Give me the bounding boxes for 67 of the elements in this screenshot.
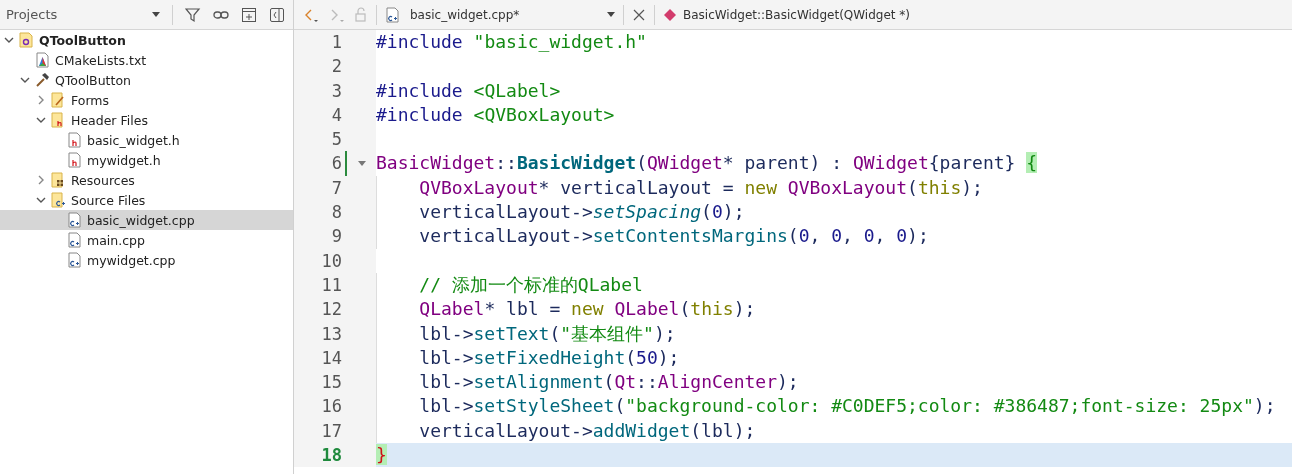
line-number: 15 <box>320 371 342 395</box>
code-line: #include <QVBoxLayout> <box>376 103 615 125</box>
code-line: lbl->setFixedHeight(50); <box>419 346 680 368</box>
source-file-icon <box>67 252 82 268</box>
line-number: 11 <box>320 273 342 297</box>
dropdown-caret-icon <box>607 12 615 17</box>
tree-item[interactable]: basic_widget.h <box>0 130 293 150</box>
line-number: 12 <box>320 298 342 322</box>
code-line: // 添加一个标准的QLabel <box>419 273 643 295</box>
line-number: 10 <box>320 249 342 273</box>
hammer-icon <box>35 72 50 88</box>
line-number: 1 <box>330 31 342 54</box>
tree-item[interactable]: CMakeLists.txt <box>0 50 293 70</box>
tree-item[interactable]: Source Files <box>0 190 293 210</box>
source-file-icon <box>385 6 400 23</box>
project-icon <box>19 32 34 48</box>
line-number: 17 <box>320 419 342 443</box>
line-number: 9 <box>330 225 342 249</box>
file-selector[interactable]: basic_widget.cpp* <box>385 2 615 27</box>
fold-arrow-icon[interactable] <box>357 161 366 167</box>
code-line: lbl->setStyleSheet("background-color: #C0DEF5;color: #386487;font-size: 25px"); <box>419 395 1276 417</box>
tree-item[interactable]: Header Files <box>0 110 293 130</box>
line-number: 2 <box>330 55 342 79</box>
line-number: 13 <box>320 322 342 346</box>
code-line: QLabel* lbl = new QLabel(this); <box>419 298 756 320</box>
header-file-icon <box>67 132 82 148</box>
line-number: 8 <box>330 201 342 225</box>
code-line: verticalLayout->addWidget(lbl); <box>419 419 756 441</box>
folder-icon <box>51 92 66 108</box>
code-line: #include <QLabel> <box>376 79 561 101</box>
code-line: BasicWidget::BasicWidget(QWidget* parent) : QWidget{parent} { <box>376 152 1038 174</box>
line-number: 6 <box>330 152 342 176</box>
tree-item[interactable]: basic_widget.cpp <box>0 210 293 230</box>
code-line: lbl->setText("基本组件"); <box>419 322 676 344</box>
symbol-selector[interactable]: BasicWidget::BasicWidget(QWidget *) <box>663 2 911 27</box>
source-file-icon <box>67 232 82 248</box>
sidebar-toggle-icon[interactable] <box>269 6 285 23</box>
line-number: 4 <box>330 103 342 127</box>
dropdown-caret-icon <box>152 12 161 17</box>
code-line: #include "basic_widget.h" <box>376 31 647 52</box>
line-number: 16 <box>320 395 342 419</box>
line-number: 5 <box>330 128 342 152</box>
tree-item[interactable]: mywidget.cpp <box>0 250 293 270</box>
diamond-icon <box>663 7 677 22</box>
folder-icon <box>51 112 66 128</box>
close-icon[interactable] <box>632 7 646 22</box>
tree-item[interactable]: main.cpp <box>0 230 293 250</box>
line-number: 18 <box>320 444 342 468</box>
code-line: lbl->setAlignment(Qt::AlignCenter); <box>419 371 799 393</box>
code-line: verticalLayout->setSpacing(0); <box>419 201 745 223</box>
folder-icon <box>51 172 66 188</box>
add-split-icon[interactable] <box>241 6 257 23</box>
code-line: QVBoxLayout* verticalLayout = new QVBoxLayout(this); <box>419 176 983 198</box>
tree-item[interactable]: QToolButton <box>0 30 293 50</box>
line-number: 14 <box>320 346 342 370</box>
tree-item[interactable]: Forms <box>0 90 293 110</box>
cmake-file-icon <box>35 52 50 68</box>
filter-icon[interactable] <box>185 6 201 23</box>
source-file-icon <box>67 212 82 228</box>
line-number: 7 <box>330 176 342 200</box>
line-number: 3 <box>330 79 342 103</box>
header-file-icon <box>67 152 82 168</box>
folder-icon <box>51 192 66 208</box>
tree-item[interactable]: mywidget.h <box>0 150 293 170</box>
tree-item[interactable]: Resources <box>0 170 293 190</box>
code-line: verticalLayout->setContentsMargins(0, 0, 0, 0); <box>419 225 929 247</box>
tree-item[interactable]: QToolButton <box>0 70 293 90</box>
